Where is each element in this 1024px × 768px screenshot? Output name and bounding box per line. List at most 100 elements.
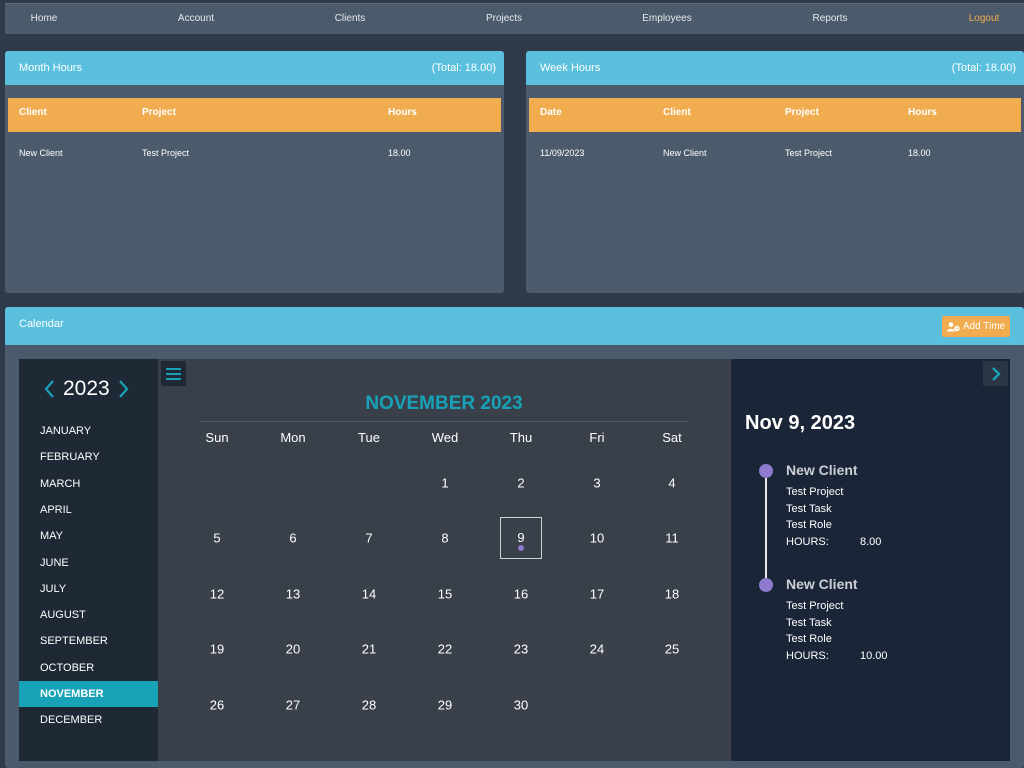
nav-account[interactable]: Account — [178, 13, 214, 24]
calendar-day-27[interactable]: 27 — [286, 697, 300, 712]
column-header-hours: Hours — [908, 107, 937, 118]
calendar-day-19[interactable]: 19 — [210, 642, 224, 657]
event-dot — [518, 545, 524, 552]
calendar-day-12[interactable]: 12 — [210, 586, 224, 601]
calendar-day-7[interactable]: 7 — [365, 531, 372, 546]
month-hours-total: (Total: 18.00) — [431, 62, 496, 74]
calendar-day-28[interactable]: 28 — [362, 697, 376, 712]
calendar-day-26[interactable]: 26 — [210, 697, 224, 712]
event-hours-row: HOURS: 10.00 — [786, 650, 888, 662]
chevron-left-icon[interactable] — [43, 379, 55, 399]
day-number: 14 — [361, 586, 377, 602]
calendar-day-23[interactable]: 23 — [514, 642, 528, 657]
month-item-november[interactable]: NOVEMBER — [19, 681, 158, 707]
day-number: 20 — [285, 641, 301, 657]
week-hours-table-header: Date Client Project Hours — [529, 98, 1021, 132]
year-label: 2023 — [63, 377, 110, 400]
month-item-december[interactable]: DECEMBER — [19, 707, 158, 733]
cell-project: Test Project — [142, 148, 190, 158]
event-marker — [759, 464, 773, 478]
calendar-day-6[interactable]: 6 — [289, 531, 296, 546]
event-project: Test Project — [786, 486, 844, 498]
calendar-day-17[interactable]: 17 — [590, 586, 604, 601]
chevron-right-icon[interactable] — [118, 379, 130, 399]
calendar-day-4[interactable]: 4 — [668, 476, 675, 491]
weekday-mon: Mon — [280, 430, 306, 445]
calendar-panel: Calendar Add Time 2023 JANUARY FEBRUARY MA… — [5, 307, 1024, 768]
day-number: 18 — [664, 586, 680, 602]
event-hours-value: 8.00 — [860, 536, 882, 548]
month-item-october[interactable]: OCTOBER — [19, 655, 158, 681]
title-divider — [199, 421, 689, 422]
cell-client: New Client — [19, 148, 63, 158]
day-number: 5 — [213, 530, 221, 546]
day-number: 21 — [361, 641, 377, 657]
calendar-day-11[interactable]: 11 — [665, 531, 679, 546]
nav-clients[interactable]: Clients — [335, 13, 366, 24]
month-item-june[interactable]: JUNE — [19, 550, 158, 576]
weekday-wed: Wed — [431, 430, 459, 445]
calendar-day-15[interactable]: 15 — [438, 586, 452, 601]
add-time-button[interactable]: Add Time — [942, 316, 1010, 337]
calendar-day-16[interactable]: 16 — [514, 586, 528, 601]
calendar-day-1[interactable]: 1 — [441, 476, 448, 491]
year-selector: 2023 — [43, 377, 130, 401]
weekday-sun: Sun — [205, 430, 229, 445]
day-number: 11 — [665, 530, 679, 546]
calendar-day-30[interactable]: 30 — [514, 697, 528, 712]
calendar-day-9[interactable]: 9 — [500, 517, 542, 560]
month-list: 2023 JANUARY FEBRUARY MARCH APRIL MAY JUNE JUL… — [19, 359, 158, 761]
month-item-july[interactable]: JULY — [19, 576, 158, 602]
calendar-day-10[interactable]: 10 — [590, 531, 604, 546]
nav-logout[interactable]: Logout — [969, 13, 1000, 24]
column-header-client: Client — [19, 107, 47, 118]
calendar-day-24[interactable]: 24 — [590, 642, 604, 657]
day-number: 3 — [593, 475, 601, 491]
month-item-may[interactable]: MAY — [19, 523, 158, 549]
nav-home[interactable]: Home — [31, 13, 58, 24]
nav-employees[interactable]: Employees — [642, 13, 691, 24]
day-number: 28 — [361, 697, 377, 713]
weekday-tue: Tue — [358, 430, 380, 445]
column-header-hours: Hours — [388, 107, 417, 118]
calendar-day-3[interactable]: 3 — [593, 476, 600, 491]
hamburger-icon[interactable] — [161, 361, 186, 386]
calendar-day-20[interactable]: 20 — [286, 642, 300, 657]
day-number: 10 — [589, 530, 605, 546]
day-number: 15 — [437, 586, 453, 602]
calendar-day-29[interactable]: 29 — [438, 697, 452, 712]
month-hours-table-header: Client Project Hours — [8, 98, 501, 132]
month-item-september[interactable]: SEPTEMBER — [19, 628, 158, 654]
weekday-fri: Fri — [589, 430, 605, 445]
calendar-day-14[interactable]: 14 — [362, 586, 376, 601]
event-task: Test Task — [786, 617, 832, 629]
nav-reports[interactable]: Reports — [812, 13, 847, 24]
calendar-day-8[interactable]: 8 — [441, 531, 448, 546]
chevron-right-icon[interactable] — [983, 361, 1008, 386]
calendar-day-25[interactable]: 25 — [665, 642, 679, 657]
month-item-march[interactable]: MARCH — [19, 471, 158, 497]
month-item-april[interactable]: APRIL — [19, 497, 158, 523]
calendar-day-21[interactable]: 21 — [362, 642, 376, 657]
column-header-project: Project — [785, 107, 819, 118]
event-project: Test Project — [786, 600, 844, 612]
cell-project: Test Project — [785, 148, 833, 158]
calendar-day-22[interactable]: 22 — [438, 642, 452, 657]
month-hours-panel: Month Hours (Total: 18.00) Client Projec… — [5, 51, 504, 293]
calendar-day-18[interactable]: 18 — [665, 586, 679, 601]
month-item-january[interactable]: JANUARY — [19, 418, 158, 444]
week-hours-panel: Week Hours (Total: 18.00) Date Client Pr… — [526, 51, 1024, 293]
event-hours-label: HOURS: — [786, 650, 829, 662]
day-number: 24 — [589, 641, 605, 657]
weekday-sat: Sat — [662, 430, 682, 445]
calendar-day-2[interactable]: 2 — [517, 476, 524, 491]
day-number: 8 — [441, 530, 449, 546]
month-item-august[interactable]: AUGUST — [19, 602, 158, 628]
day-number: 29 — [437, 697, 453, 713]
calendar-day-5[interactable]: 5 — [213, 531, 220, 546]
nav-projects[interactable]: Projects — [486, 13, 522, 24]
timeline-line — [765, 471, 767, 585]
day-number: 2 — [517, 475, 525, 491]
month-item-february[interactable]: FEBRUARY — [19, 444, 158, 470]
calendar-day-13[interactable]: 13 — [286, 586, 300, 601]
